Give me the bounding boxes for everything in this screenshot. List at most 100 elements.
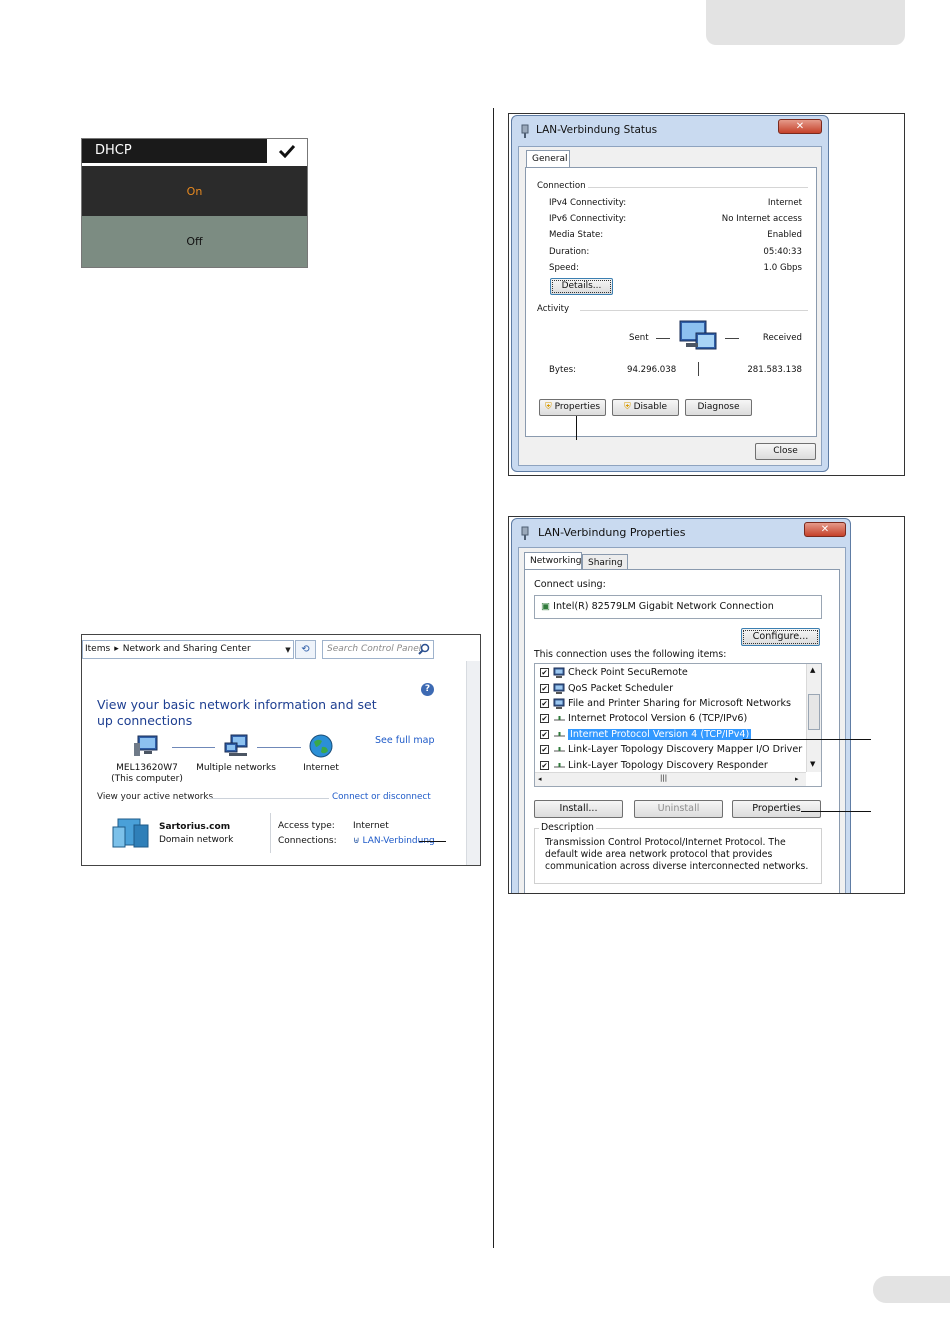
callout-line — [801, 811, 871, 812]
network-type: Domain network — [159, 835, 234, 845]
scroll-down-icon[interactable]: ▼ — [810, 760, 815, 768]
item-checkbox[interactable]: ✔ — [540, 698, 549, 708]
page-heading: View your basic network information and … — [97, 697, 377, 728]
ipv4-value: Internet — [767, 198, 802, 208]
computer-name: MEL13620W7 — [116, 763, 178, 773]
item-checkbox[interactable]: ✔ — [540, 745, 549, 755]
dialog-body: General Connection IPv4 Connectivity: In… — [518, 146, 822, 466]
network-client-icon — [553, 683, 565, 694]
sent-label: Sent — [629, 333, 649, 343]
domain-network-icon — [112, 818, 149, 848]
dhcp-option-off[interactable]: Off — [82, 216, 307, 267]
network-adapter-icon: ⊎ — [353, 836, 360, 846]
status-dialog: LAN-Verbindung Status ✕ General Connecti… — [511, 115, 829, 472]
scrollbar-thumb[interactable] — [808, 694, 820, 730]
address-bar[interactable]: Items ▸ Network and Sharing Center — [82, 640, 294, 659]
access-type-value: Internet — [353, 821, 389, 831]
map-connector — [257, 747, 301, 748]
status-figure-frame: LAN-Verbindung Status ✕ General Connecti… — [508, 113, 905, 476]
network-client-icon — [553, 667, 565, 679]
item-label: Internet Protocol Version 4 (TCP/IPv4) — [568, 728, 752, 740]
properties-button[interactable]: ⛨ Properties — [539, 399, 606, 416]
protocol-icon — [554, 762, 565, 768]
item-properties-button[interactable]: Properties — [732, 800, 821, 818]
bytes-label: Bytes: — [549, 365, 577, 375]
connect-or-disconnect-link[interactable]: Connect or disconnect — [332, 792, 431, 802]
header-tab — [706, 0, 905, 45]
received-line — [725, 338, 739, 339]
received-label: Received — [762, 333, 802, 343]
network-activity-icon — [679, 320, 717, 350]
list-item[interactable]: ✔ Link-Layer Topology Discovery Responder — [540, 757, 810, 772]
list-item[interactable]: ✔ QoS Packet Scheduler — [540, 680, 810, 695]
connect-using-label: Connect using: — [534, 579, 606, 590]
breadcrumb-separator-icon: ▸ — [114, 644, 119, 654]
activity-group-label: Activity — [537, 304, 570, 314]
network-sharing-center-window: Items ▸ Network and Sharing Center ▼ ⟲ Sea… — [81, 634, 481, 866]
disable-button[interactable]: ⛨ Disable — [612, 399, 679, 416]
breadcrumb-network-center[interactable]: Network and Sharing Center — [123, 644, 251, 654]
list-item[interactable]: ✔ Internet Protocol Version 6 (TCP/IPv6) — [540, 711, 810, 726]
network-client-icon — [553, 698, 565, 709]
scroll-up-icon[interactable]: ▲ — [810, 666, 815, 674]
search-icon[interactable] — [418, 643, 430, 655]
dhcp-option-on[interactable]: On — [82, 166, 307, 216]
group-divider — [580, 310, 808, 311]
diagnose-button[interactable]: Diagnose — [685, 399, 752, 416]
map-connector — [172, 747, 215, 748]
access-type-label: Access type: — [278, 821, 335, 831]
item-checkbox[interactable]: ✔ — [540, 668, 549, 678]
list-item[interactable]: ✔ Check Point SecuRemote — [540, 665, 810, 680]
item-checkbox[interactable]: ✔ — [540, 683, 549, 693]
scrollbar-grip[interactable]: ||| — [660, 774, 667, 782]
item-checkbox[interactable]: ✔ — [540, 760, 549, 770]
list-item[interactable]: ✔ Link-Layer Topology Discovery Mapper I/… — [540, 742, 810, 757]
dialog-title: LAN-Verbindung Properties — [538, 526, 686, 539]
scroll-left-icon[interactable]: ◂ — [538, 775, 542, 783]
help-icon[interactable]: ? — [421, 683, 434, 696]
breadcrumb-items[interactable]: Items — [85, 644, 110, 654]
connection-group-label: Connection — [537, 181, 586, 191]
vertical-divider — [270, 813, 271, 853]
active-networks-label: View your active networks — [97, 792, 214, 802]
properties-dialog: LAN-Verbindung Properties ✕ Networking S… — [511, 518, 851, 893]
item-checkbox[interactable]: ✔ — [540, 714, 549, 724]
dhcp-menu: DHCP On Off — [81, 138, 308, 268]
close-button[interactable]: Close — [755, 443, 816, 460]
tab-sharing[interactable]: Sharing — [582, 554, 628, 570]
item-label: File and Printer Sharing for Microsoft N… — [568, 697, 792, 709]
protocol-icon — [554, 747, 565, 752]
adapter-field: ▣ Intel(R) 82579LM Gigabit Network Conne… — [534, 595, 822, 619]
components-list[interactable]: ✔ Check Point SecuRemote ✔ QoS Packet Sched… — [534, 663, 822, 787]
list-item[interactable]: ✔ File and Printer Sharing for Microsoft … — [540, 696, 810, 711]
close-icon[interactable]: ✕ — [778, 119, 822, 134]
vertical-scrollbar[interactable]: ▲ ▼ — [806, 664, 821, 772]
item-checkbox[interactable]: ✔ — [540, 729, 549, 739]
tab-general[interactable]: General — [526, 150, 570, 168]
configure-button[interactable]: Configure... — [741, 628, 820, 646]
protocol-icon — [554, 731, 565, 737]
duration-label: Duration: — [549, 247, 590, 257]
vertical-scrollbar[interactable] — [466, 661, 480, 865]
item-label: Check Point SecuRemote — [568, 667, 688, 679]
chevron-down-icon[interactable]: ▼ — [282, 640, 294, 659]
see-full-map-link[interactable]: See full map — [375, 735, 435, 746]
confirm-checkmark-button[interactable] — [267, 139, 307, 163]
ipv4-label: IPv4 Connectivity: — [549, 198, 627, 208]
sent-line — [656, 338, 670, 339]
disable-button-label: Disable — [633, 402, 668, 412]
item-label: QoS Packet Scheduler — [568, 682, 674, 694]
horizontal-scrollbar[interactable]: ◂ ||| ▸ — [535, 772, 806, 786]
network-adapter-icon: ▣ — [541, 601, 551, 612]
tab-networking[interactable]: Networking — [524, 552, 582, 570]
install-button[interactable]: Install... — [534, 800, 623, 818]
bytes-divider — [698, 362, 699, 376]
uninstall-button[interactable]: Uninstall — [634, 800, 723, 818]
close-icon[interactable]: ✕ — [804, 522, 846, 537]
scroll-right-icon[interactable]: ▸ — [795, 775, 799, 783]
bytes-sent-value: 94.296.038 — [627, 365, 677, 375]
description-text: Transmission Control Protocol/Internet P… — [545, 837, 809, 872]
refresh-icon[interactable]: ⟲ — [295, 640, 316, 659]
details-button[interactable]: Details... — [550, 278, 613, 295]
shield-icon: ⛨ — [623, 402, 631, 412]
